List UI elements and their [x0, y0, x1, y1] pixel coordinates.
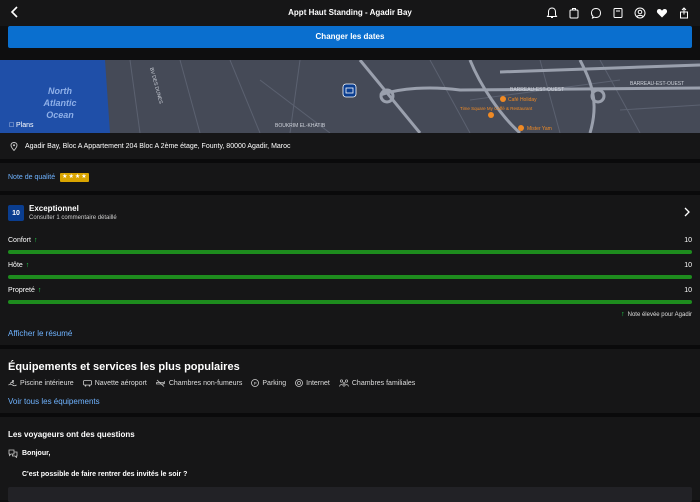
star-icon: ★: [62, 173, 68, 180]
note-elevee: ↑ Note élevée pour Agadir: [621, 311, 692, 318]
rating-proprete: Propreté ↑ 10: [8, 287, 692, 307]
amenity-label: Internet: [306, 379, 330, 387]
qa-title: Les voyageurs ont des questions: [8, 430, 135, 439]
amenity-label: Chambres non-fumeurs: [168, 379, 243, 387]
poi-label: Mister Yam: [527, 126, 552, 132]
bell-icon[interactable]: [544, 5, 560, 21]
arrow-up-icon: ↑: [621, 311, 625, 318]
amenity-item: Chambres non-fumeurs: [156, 379, 243, 387]
see-all-amenities-link[interactable]: Voir tous les équipements: [8, 397, 100, 406]
quality-label: Note de qualité: [8, 173, 56, 181]
ocean-label: Ocean: [46, 110, 74, 120]
amenity-item: Internet: [295, 379, 330, 387]
map-provider-label: Plans: [16, 122, 34, 129]
amenity-item: Piscine intérieure: [8, 379, 74, 387]
rating-value: 10: [684, 287, 692, 294]
rating-label: Propreté: [8, 287, 35, 294]
change-dates-button[interactable]: Changer les dates: [8, 26, 692, 48]
rating-label: Hôte: [8, 262, 23, 269]
amenities-panel: Équipements et services les plus populai…: [0, 349, 700, 413]
street-label: BARREAU-EST-OUEST: [630, 81, 684, 87]
score-badge: 10: [8, 205, 24, 221]
luggage-icon[interactable]: [566, 5, 582, 21]
address-row[interactable]: Agadir Bay, Bloc A Appartement 204 Bloc …: [0, 133, 700, 159]
review-panel: 10 Exceptionnel Consulter 1 commentaire …: [0, 195, 700, 345]
amenity-label: Parking: [262, 379, 287, 387]
review-title[interactable]: Exceptionnel: [29, 204, 79, 213]
amenity-label: Navette aéroport: [94, 379, 147, 387]
star-icon: ★: [68, 173, 74, 180]
chevron-right-icon[interactable]: [684, 207, 690, 220]
review-subtitle[interactable]: Consulter 1 commentaire détaillé: [29, 215, 117, 221]
amenity-item: Chambres familiales: [339, 379, 415, 387]
amenity-item: P Parking: [251, 379, 286, 387]
shuttle-icon: [82, 380, 92, 387]
amenity-label: Chambres familiales: [351, 379, 416, 387]
top-bar: Appt Haut Standing - Agadir Bay: [0, 0, 700, 26]
show-summary-link[interactable]: Afficher le résumé: [8, 329, 72, 338]
rating-hote: Hôte ↑ 10: [8, 262, 692, 282]
street-label: BARREAU-EST-OUEST: [510, 87, 564, 93]
star-icon: ★: [81, 173, 87, 180]
parking-icon: P: [251, 379, 260, 387]
poi-label: Time Square My Caffé & Restaurant: [460, 106, 533, 111]
ocean-label: Atlantic: [42, 98, 76, 108]
rating-bar: [8, 275, 692, 279]
rating-bar: [8, 300, 692, 304]
amenity-label: Piscine intérieure: [20, 379, 74, 387]
amenities-list: Piscine intérieure Navette aéroport Cham…: [8, 379, 415, 387]
family-icon: [339, 379, 349, 387]
rating-confort: Confort ↑ 10: [8, 237, 692, 257]
no-smoking-icon: [156, 379, 165, 387]
star-icon: ★: [74, 173, 81, 180]
qa-panel: Les voyageurs ont des questions Bonjour,…: [0, 417, 700, 502]
rating-label: Confort: [8, 237, 31, 244]
svg-text:P: P: [254, 381, 257, 386]
share-icon[interactable]: [676, 5, 692, 21]
wifi-icon: [295, 379, 304, 387]
qa-greeting-text: Bonjour,: [22, 450, 51, 457]
rating-value: 10: [684, 262, 692, 269]
rating-bar: [8, 250, 692, 254]
chat-icon[interactable]: [588, 5, 604, 21]
arrow-up-icon: ↑: [25, 262, 30, 269]
amenity-item: Navette aéroport: [82, 379, 147, 387]
qa-greeting: Bonjour,: [8, 449, 50, 458]
qa-question[interactable]: C'est possible de faire rentrer des invi…: [22, 471, 187, 478]
rating-value: 10: [684, 237, 692, 244]
quality-stars: ★ ★ ★ ★: [60, 172, 89, 182]
book-icon[interactable]: [610, 5, 626, 21]
address-text: Agadir Bay, Bloc A Appartement 204 Bloc …: [25, 142, 291, 150]
poi-icon: [500, 96, 506, 102]
note-elevee-text: Note élevée pour Agadir: [627, 311, 692, 318]
street-label: BOUKRIM EL-KHATIB: [275, 123, 326, 129]
poi-icon: [518, 125, 524, 131]
poi-label: Café Holiday: [508, 97, 537, 103]
amenities-title: Équipements et services les plus populai…: [8, 361, 240, 373]
profile-icon[interactable]: [632, 5, 648, 21]
property-pin-icon: [342, 83, 357, 98]
arrow-up-icon: ↑: [37, 287, 42, 294]
heart-icon[interactable]: [654, 5, 670, 21]
chat-bubble-icon: [8, 449, 18, 458]
apple-plans-logo: : [9, 122, 14, 129]
arrow-up-icon: ↑: [33, 237, 38, 244]
location-pin-icon: [10, 141, 18, 151]
quality-row[interactable]: Note de qualité ★ ★ ★ ★: [0, 163, 700, 191]
ocean-label: North: [48, 86, 72, 96]
location-map[interactable]: North Atlantic Ocean BV DES DUNES BARREA…: [0, 60, 700, 133]
pool-icon: [8, 380, 17, 387]
poi-icon: [488, 112, 494, 118]
